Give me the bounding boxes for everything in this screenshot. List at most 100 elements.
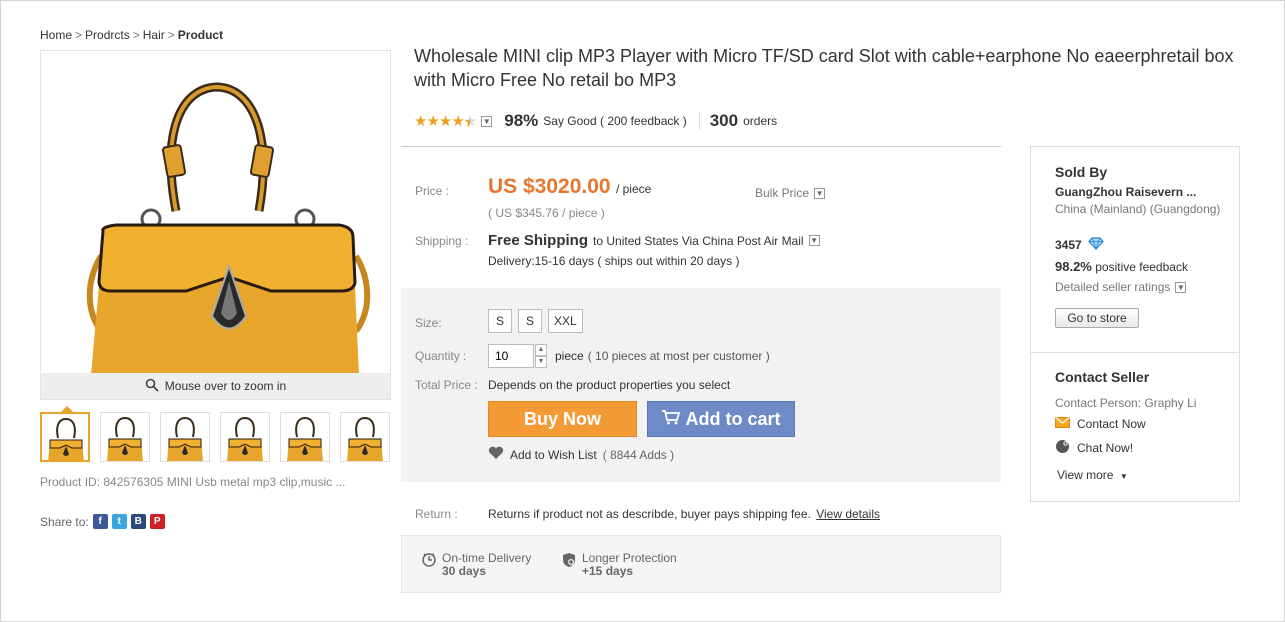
price-amount: US $3020.00 — [488, 175, 611, 198]
breadcrumb-hair[interactable]: Hair — [143, 28, 165, 42]
positive-feedback: 98.2% positive feedback — [1055, 259, 1188, 274]
seller-score-value: 3457 — [1055, 238, 1082, 252]
thumbnail-1[interactable] — [40, 412, 90, 462]
orders-label: orders — [743, 114, 778, 128]
positive-feedback-pct: 98.2% — [1055, 259, 1092, 274]
guarantee-delivery-value: 30 days — [442, 564, 487, 578]
rating-percent: 98% — [504, 111, 539, 130]
size-option[interactable]: S — [488, 309, 512, 333]
contact-seller-title: Contact Seller — [1055, 369, 1150, 385]
stepper-down-icon[interactable]: ▼ — [535, 356, 547, 368]
clock-icon — [421, 552, 437, 571]
quantity-hint: ( 10 pieces at most per customer ) — [587, 349, 770, 363]
stepper-up-icon[interactable]: ▲ — [535, 344, 547, 356]
breadcrumb-products[interactable]: Prodrcts — [85, 28, 130, 42]
delivery-time: Delivery:15-16 days ( ships out within 2… — [488, 254, 740, 268]
chat-now-link[interactable]: Chat Now! — [1055, 439, 1133, 457]
wish-count: ( 8844 Adds ) — [602, 447, 675, 462]
pinterest-icon[interactable]: P — [149, 514, 165, 529]
bulk-price[interactable]: Bulk Price ▼ — [755, 186, 826, 200]
heart-icon — [488, 446, 504, 463]
contact-now-label: Contact Now — [1077, 417, 1146, 431]
zoom-hint-bar: Mouse over to zoom in — [41, 373, 390, 399]
shield-icon — [561, 552, 577, 571]
quantity-input[interactable] — [488, 344, 534, 368]
main-product-image[interactable]: Mouse over to zoom in — [40, 50, 391, 400]
go-to-store-button[interactable]: Go to store — [1055, 308, 1139, 328]
seller-box: Sold By GuangZhou Raisevern ... China (M… — [1030, 146, 1240, 502]
quantity-unit: piece — [555, 349, 584, 363]
total-price-label: Total Price : — [415, 378, 478, 392]
breadcrumb-current: Product — [177, 28, 224, 42]
zoom-hint-text: Mouse over to zoom in — [164, 379, 287, 393]
quantity-label: Quantity : — [415, 349, 467, 363]
product-title: Wholesale MINI clip MP3 Player with Micr… — [414, 46, 1234, 90]
handbag-image — [86, 82, 371, 375]
thumbnail-5[interactable] — [280, 412, 330, 462]
seller-location: China (Mainland) (Guangdong) — [1055, 202, 1221, 216]
share-label: Share to: — [40, 514, 89, 529]
chevron-down-icon[interactable]: ▼ — [1175, 281, 1187, 293]
guarantee-protection-value: +15 days — [582, 564, 634, 578]
view-more-link[interactable]: View more ▼ — [1057, 468, 1128, 482]
orders-count: 300 — [709, 111, 739, 130]
guarantee-protection: Longer Protection +15 days — [561, 552, 677, 578]
twitter-icon[interactable]: t — [111, 514, 127, 529]
share-row: Share to: f t B P — [40, 514, 165, 529]
return-text: Returns if product not as describde, buy… — [488, 507, 811, 521]
add-to-cart-button[interactable]: Add to cart — [647, 401, 795, 437]
add-to-cart-label: Add to cart — [685, 408, 781, 429]
positive-feedback-label: positive feedback — [1095, 260, 1188, 274]
buy-now-button[interactable]: Buy Now — [488, 401, 637, 437]
thumbnail-2[interactable] — [100, 412, 150, 462]
guarantee-delivery: On-time Delivery 30 days — [421, 552, 531, 578]
return-policy: Returns if product not as describde, buy… — [488, 507, 880, 521]
view-more-label: View more — [1057, 468, 1114, 482]
price-label: Price : — [415, 184, 450, 198]
shipping-destination: to United States Via China Post Air Mail — [593, 233, 804, 248]
chevron-down-icon[interactable]: ▼ — [814, 187, 826, 199]
size-options: S S XXL — [488, 309, 583, 333]
thumbnail-4[interactable] — [220, 412, 270, 462]
guarantee-box: On-time Delivery 30 days Longer Protecti… — [401, 535, 1001, 593]
breadcrumb-home[interactable]: Home — [40, 28, 72, 42]
chat-now-label: Chat Now! — [1077, 441, 1134, 455]
diamond-icon — [1087, 237, 1104, 253]
price: US $3020.00 / piece — [488, 175, 651, 199]
wish-list-label: Add to Wish List — [510, 447, 597, 462]
divider-line — [401, 146, 1001, 147]
feedback-count[interactable]: ( 200 feedback ) — [600, 114, 687, 128]
sold-by-title: Sold By — [1055, 164, 1108, 180]
size-label: Size: — [415, 316, 442, 330]
free-shipping: Free Shipping — [488, 232, 589, 249]
envelope-icon — [1055, 417, 1070, 431]
detailed-ratings-label: Detailed seller ratings — [1055, 280, 1171, 294]
bulk-price-label: Bulk Price — [755, 186, 810, 200]
seller-name[interactable]: GuangZhou Raisevern ... — [1055, 185, 1196, 199]
return-label: Return : — [415, 507, 458, 521]
quantity-row: ▲ ▼ piece( 10 pieces at most per custome… — [488, 344, 770, 368]
size-option[interactable]: S — [518, 309, 542, 333]
chevron-down-icon[interactable]: ▼ — [808, 235, 820, 246]
chevron-down-icon[interactable]: ▼ — [481, 115, 493, 127]
shipping-label: Shipping : — [415, 234, 469, 248]
contact-person: Contact Person: Graphy Li — [1055, 396, 1197, 410]
detailed-ratings[interactable]: Detailed seller ratings ▼ — [1055, 280, 1187, 294]
size-option[interactable]: XXL — [548, 309, 583, 333]
seller-score: 3457 — [1055, 237, 1104, 253]
thumbnail-strip — [40, 412, 392, 464]
facebook-icon[interactable]: f — [92, 514, 108, 529]
price-unit: / piece — [615, 182, 652, 196]
total-price-value: Depends on the product properties you se… — [488, 378, 731, 392]
star-rating-icon[interactable]: ★★★★★★ — [414, 112, 477, 131]
shipping-info: Free Shipping to United States Via China… — [488, 232, 820, 249]
price-sub: ( US $345.76 / piece ) — [488, 206, 605, 220]
vk-icon[interactable]: B — [130, 514, 146, 529]
magnifier-icon — [145, 378, 159, 395]
thumbnail-6[interactable] — [340, 412, 390, 462]
thumbnail-3[interactable] — [160, 412, 210, 462]
view-details-link[interactable]: View details — [816, 507, 880, 521]
wish-list[interactable]: Add to Wish List ( 8844 Adds ) — [488, 446, 674, 463]
contact-now-link[interactable]: Contact Now — [1055, 417, 1146, 431]
divider — [698, 112, 700, 130]
